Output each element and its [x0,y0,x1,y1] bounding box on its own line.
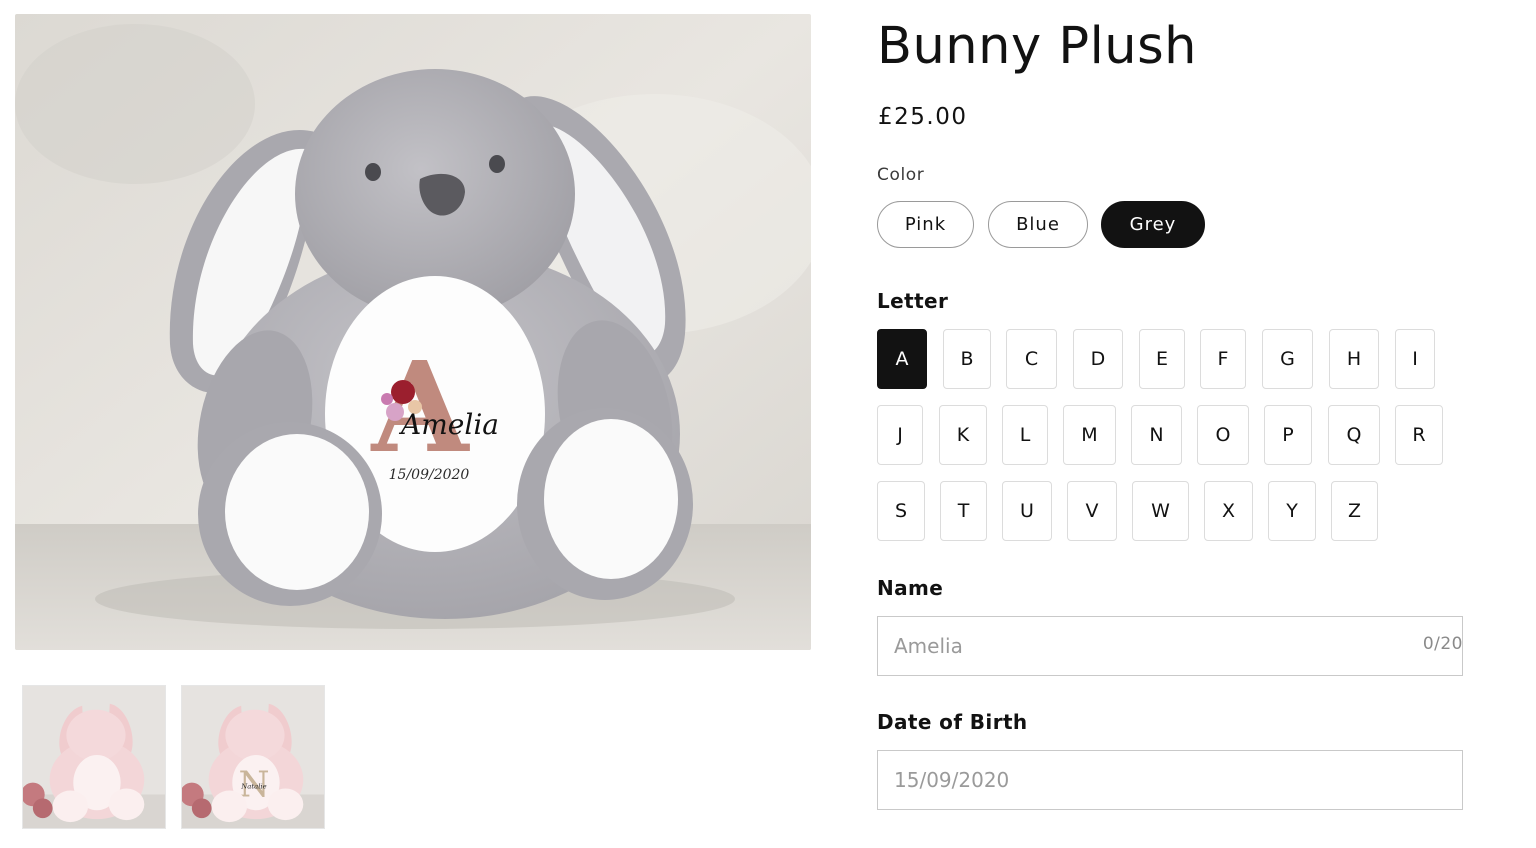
letter-option-n[interactable]: N [1131,405,1182,465]
date-of-birth-input[interactable] [877,750,1463,810]
product-title: Bunny Plush [877,17,1197,76]
letter-option-d[interactable]: D [1073,329,1123,389]
letter-label: Letter [877,289,949,313]
letter-option-o[interactable]: O [1197,405,1249,465]
name-label: Name [877,576,944,600]
thumb-print-name: Natalie [240,783,267,791]
letter-option-y[interactable]: Y [1268,481,1316,541]
color-option-grey[interactable]: Grey [1101,201,1205,248]
print-name: Amelia [398,408,499,441]
letter-option-b[interactable]: B [943,329,991,389]
letter-option-q[interactable]: Q [1328,405,1380,465]
letter-option-u[interactable]: U [1002,481,1052,541]
product-price: £25.00 [878,104,968,130]
print-date: 15/09/2020 [389,467,470,483]
letter-option-r[interactable]: R [1395,405,1443,465]
letter-option-j[interactable]: J [877,405,923,465]
color-option-blue[interactable]: Blue [988,201,1088,248]
letter-option-l[interactable]: L [1002,405,1048,465]
letter-option-z[interactable]: Z [1331,481,1378,541]
letter-option-k[interactable]: K [939,405,987,465]
letter-option-x[interactable]: X [1204,481,1253,541]
letter-option-w[interactable]: W [1132,481,1189,541]
letter-option-i[interactable]: I [1395,329,1435,389]
thumbnail-pink-bunny[interactable] [22,685,166,829]
letter-option-a[interactable]: A [877,329,927,389]
letter-option-t[interactable]: T [940,481,987,541]
color-label: Color [877,165,925,185]
letter-option-v[interactable]: V [1067,481,1117,541]
letter-option-g[interactable]: G [1262,329,1313,389]
pink-bunny-personalised-image: N Natalie [182,686,324,828]
name-character-counter: 0/20 [1422,634,1463,654]
letter-option-f[interactable]: F [1200,329,1246,389]
bunny-plush-grey-image: A Amelia 15/09/2020 [15,14,811,650]
letter-option-h[interactable]: H [1329,329,1379,389]
name-input[interactable] [877,616,1463,676]
product-main-image[interactable]: A Amelia 15/09/2020 [15,14,811,650]
thumbnail-pink-bunny-personalised[interactable]: N Natalie [181,685,325,829]
letter-option-s[interactable]: S [877,481,925,541]
letter-option-p[interactable]: P [1264,405,1312,465]
pink-bunny-image [23,686,165,828]
letter-option-c[interactable]: C [1006,329,1057,389]
letter-option-m[interactable]: M [1063,405,1116,465]
color-option-pink[interactable]: Pink [877,201,974,248]
letter-option-e[interactable]: E [1139,329,1185,389]
date-of-birth-label: Date of Birth [877,710,1028,734]
